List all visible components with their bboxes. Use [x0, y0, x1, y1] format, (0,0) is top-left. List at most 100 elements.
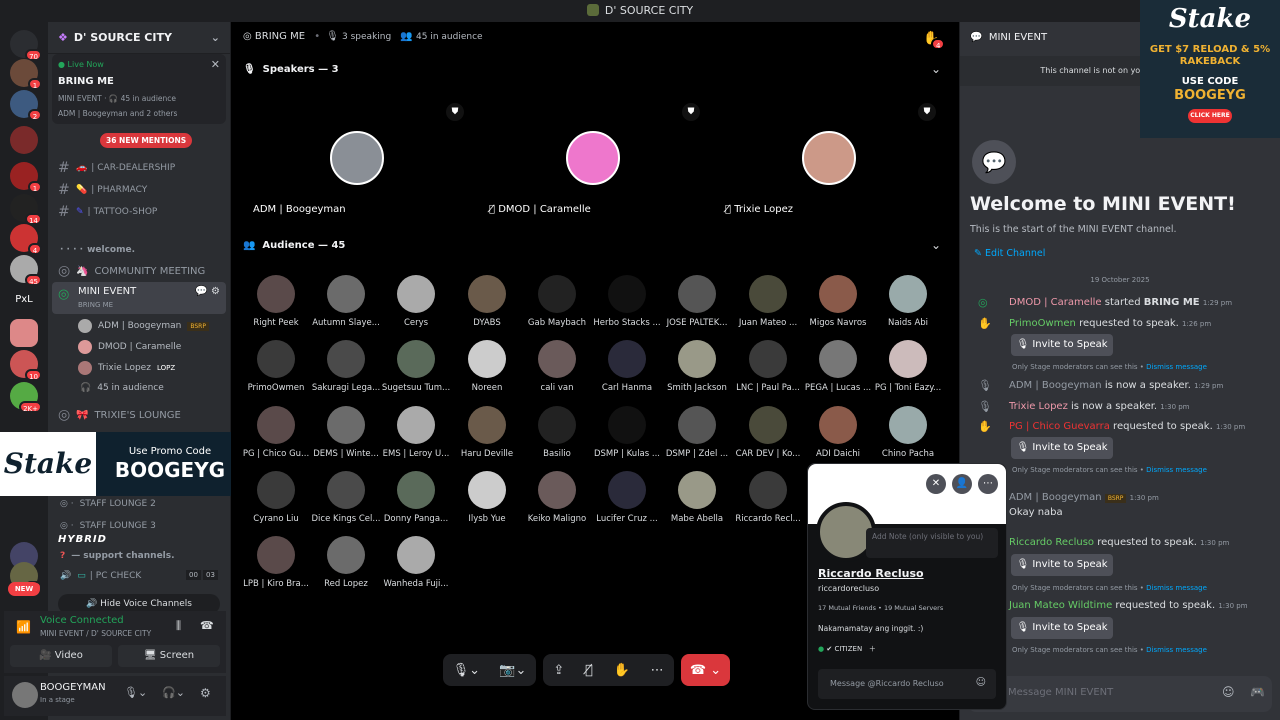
audience-member[interactable]: EMS | Leroy U... — [381, 406, 451, 459]
more-icon[interactable]: ⋯ — [978, 474, 998, 494]
block-icon[interactable]: ✕ — [926, 474, 946, 494]
invite-to-speak-button[interactable]: 🎙 Invite to Speak — [1011, 554, 1113, 576]
audience-member[interactable]: Smith Jackson — [662, 340, 732, 393]
server-icon[interactable]: 2K+ — [10, 382, 42, 413]
server-icon[interactable]: 2 — [10, 90, 42, 121]
emoji-icon[interactable]: ☺ — [1222, 685, 1235, 699]
speakers-header[interactable]: 🎙 Speakers — 3 — [243, 64, 339, 75]
noise-suppression-icon[interactable]: ⫼ — [176, 619, 181, 633]
audience-member[interactable]: DSMP | Zdel ... — [662, 406, 732, 459]
audience-member[interactable]: Lucifer Cruz ... — [592, 471, 662, 524]
server-icon[interactable]: 1 — [10, 59, 42, 90]
channel-pc-check[interactable]: 🔊 ▭ | PC CHECK — [60, 571, 141, 581]
live-now-card[interactable]: ● Live Now ✕ BRING ME MINI EVENT · 🎧 45 … — [52, 54, 226, 124]
channel-car-dealership[interactable]: # 🚗 | CAR-DEALERSHIP — [58, 160, 175, 176]
add-note-field[interactable]: Add Note (only visible to you) — [866, 528, 998, 558]
gamepad-icon[interactable]: 🎮 — [1250, 685, 1265, 699]
audience-member[interactable]: cali van — [522, 340, 592, 393]
audience-member[interactable]: Sugetsuu Tum... — [381, 340, 451, 393]
invite-to-speak-button[interactable]: 🎙 Invite to Speak — [1011, 617, 1113, 639]
audience-member[interactable]: Ilysb Yue — [452, 471, 522, 524]
profile-display-name[interactable]: Riccardo Recluso — [818, 567, 924, 580]
audience-member[interactable]: Mabe Abella — [662, 471, 732, 524]
audience-member[interactable]: Carl Hanma — [592, 340, 662, 393]
audience-member[interactable]: DSMP | Kulas ... — [592, 406, 662, 459]
voice-location[interactable]: MINI EVENT / D' SOURCE CITY — [40, 629, 151, 638]
server-icon[interactable] — [10, 319, 38, 347]
audience-member[interactable]: Haru Deville — [452, 406, 522, 459]
category-welcome[interactable]: · · · · welcome. — [60, 245, 135, 255]
audience-member[interactable]: Dice Kings Cel... — [311, 471, 381, 524]
audience-member[interactable]: Riccardo Recl... — [733, 471, 803, 524]
audience-member[interactable]: Herbo Stacks ... — [592, 275, 662, 328]
audience-member[interactable]: Donny Panga... — [381, 471, 451, 524]
audience-member[interactable]: Sakuragi Lega... — [311, 340, 381, 393]
audience-member[interactable]: Naids Abi — [873, 275, 943, 328]
server-icon[interactable]: 45 — [10, 255, 42, 286]
category-support[interactable]: ? — support channels. — [60, 551, 175, 561]
dm-input[interactable]: Message @Riccardo Recluso ☺ — [818, 669, 996, 699]
server-icon[interactable] — [10, 126, 38, 154]
audience-member[interactable]: Juan Mateo ... — [733, 275, 803, 328]
server-icon[interactable]: 14 — [10, 194, 42, 225]
stage-user[interactable]: ADM | Boogeyman BSRP — [78, 319, 209, 333]
invite-to-speak-button[interactable]: 🎙 Invite to Speak — [1011, 437, 1113, 459]
audience-member[interactable]: Red Lopez — [311, 536, 381, 589]
audience-member[interactable]: PG | Chico Gu... — [241, 406, 311, 459]
raised-hands-icon[interactable]: ✋ 4 — [923, 31, 946, 50]
discord-home-icon[interactable]: 70 — [10, 30, 42, 61]
invite-to-speak-button[interactable]: 🎙 Invite to Speak — [1011, 334, 1113, 356]
audience-member[interactable]: Autumn Slaye... — [311, 275, 381, 328]
mutual-info[interactable]: 17 Mutual Friends • 19 Mutual Servers — [818, 604, 943, 612]
settings-gear-icon[interactable]: ⚙ — [200, 686, 211, 700]
click-here-button[interactable]: CLICK HERE — [1188, 109, 1232, 123]
audience-member[interactable]: Cyrano Liu — [241, 471, 311, 524]
channel-trixies-lounge[interactable]: ◎ 🎀 TRIXIE'S LOUNGE — [58, 407, 181, 423]
audience-member[interactable]: Basilio — [522, 406, 592, 459]
audience-member[interactable]: ADI Daichi — [803, 406, 873, 459]
audience-member[interactable]: JOSE PALTEK... — [662, 275, 732, 328]
stage-user[interactable]: DMOD | Caramelle — [78, 340, 181, 354]
channel-pharmacy[interactable]: # 💊 | PHARMACY — [58, 182, 147, 198]
audience-member[interactable]: Chino Pacha — [873, 406, 943, 459]
speaker-tile[interactable]: ⛊ ADM | Boogeyman — [241, 95, 472, 224]
audience-member[interactable]: Noreen — [452, 340, 522, 393]
dismiss-link[interactable]: Dismiss message — [1146, 584, 1207, 592]
chevron-down-icon[interactable]: ⌄ — [931, 238, 941, 252]
audience-member[interactable]: LNC | Paul Pa... — [733, 340, 803, 393]
add-friend-icon[interactable]: 👤 — [952, 474, 972, 494]
leave-stage-button[interactable]: ☎ ⌄ — [681, 654, 730, 686]
server-pxl[interactable]: PxL — [10, 286, 38, 314]
audience-member[interactable]: PrimoOwmen — [241, 340, 311, 393]
channel-staff-lounge-3[interactable]: ◎ · STAFF LOUNGE 3 — [60, 521, 156, 531]
chat-icon[interactable]: 💬 ⚙ — [195, 286, 220, 297]
microphone-icon[interactable]: 🎙⌄ — [124, 686, 147, 699]
speaker-tile[interactable]: ⛊ 🎙̸ DMOD | Caramelle — [477, 95, 708, 224]
audience-member[interactable]: Gab Maybach — [522, 275, 592, 328]
audience-member[interactable]: DYABS — [452, 275, 522, 328]
mic-control[interactable]: 🎙⌄ 📷⌄ — [443, 654, 536, 686]
chat-input[interactable]: Message MINI EVENT ☺ 🎮 — [968, 676, 1272, 712]
channel-staff-lounge-2[interactable]: ◎ · STAFF LOUNGE 2 — [60, 499, 156, 509]
channel-tattoo-shop[interactable]: # ✎ | TATTOO-SHOP — [58, 204, 157, 220]
screen-button[interactable]: 🖥 Screen — [118, 645, 220, 667]
stake-ad[interactable]: Stake GET $7 RELOAD & 5% RAKEBACK USE CO… — [1140, 0, 1280, 138]
edit-channel-link[interactable]: ✎ Edit Channel — [974, 248, 1045, 259]
new-mentions-badge[interactable]: 36 NEW MENTIONS — [100, 133, 193, 148]
audience-member[interactable]: DEMS | Winte... — [311, 406, 381, 459]
audience-member[interactable]: PEGA | Lucas ... — [803, 340, 873, 393]
audience-member[interactable]: CAR DEV | Ko... — [733, 406, 803, 459]
stage-user[interactable]: Trixie Lopez LOPZ — [78, 361, 175, 375]
audience-member[interactable]: Migos Navros — [803, 275, 873, 328]
avatar[interactable] — [12, 682, 38, 708]
channel-mini-event[interactable]: ◎ MINI EVENT BRING ME 💬 ⚙ — [52, 282, 226, 314]
audience-header[interactable]: 👥 Audience — 45 — [243, 240, 345, 251]
audience-member[interactable]: Wanheda Fuji... — [381, 536, 451, 589]
close-icon[interactable]: ✕ — [211, 58, 220, 71]
audience-member[interactable]: Keiko Maligno — [522, 471, 592, 524]
channel-community-meeting[interactable]: ◎ 🦄 COMMUNITY MEETING — [58, 263, 205, 279]
server-icon[interactable]: 1 — [10, 162, 42, 193]
dismiss-link[interactable]: Dismiss message — [1146, 466, 1207, 474]
chevron-down-icon[interactable]: ⌄ — [931, 62, 941, 76]
server-icon[interactable]: 4 — [10, 224, 42, 255]
